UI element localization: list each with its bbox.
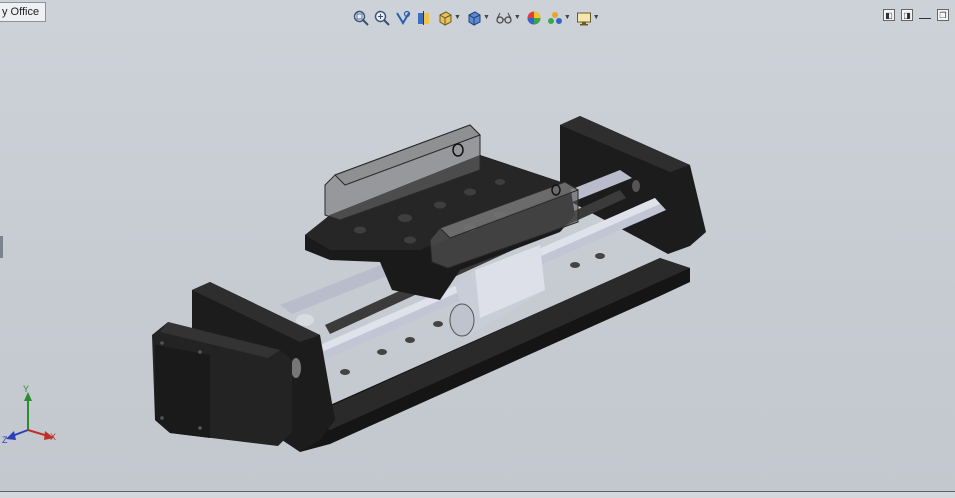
rear-plate-hole [632,180,640,192]
cad-model-viewport[interactable] [0,0,955,498]
rod-end-front [296,314,314,326]
x-label: X [50,432,56,442]
lead-nut [449,303,475,337]
y-label: Y [23,384,29,394]
status-bar-strip [0,492,955,498]
z-arrow-icon [6,431,16,440]
reference-triad: Y X Z [2,384,56,445]
front-plate-bore [291,358,301,378]
stepper-motor-face [155,345,210,438]
z-label: Z [2,435,8,445]
